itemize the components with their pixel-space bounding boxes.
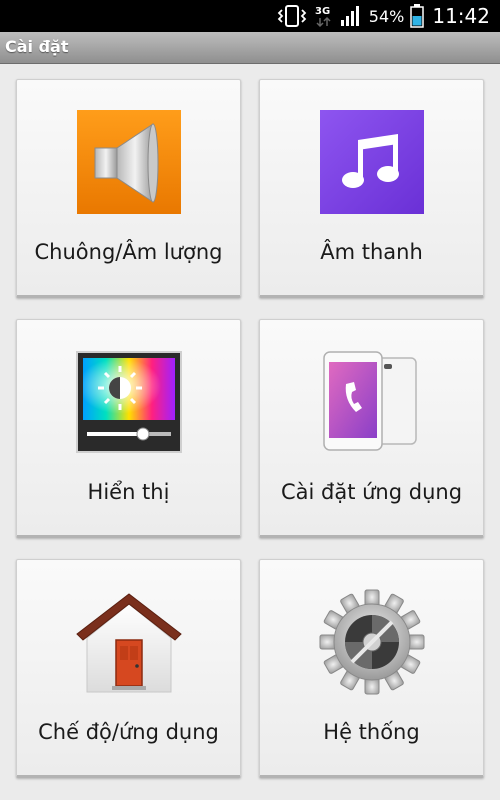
page-title: Cài đặt (5, 37, 69, 56)
status-bar: 3G 54% 11:42 (0, 0, 500, 32)
settings-grid: Chuông/Âm lượng Âm thanh Hiển thị Cài đặ… (0, 64, 500, 800)
music-note-icon (318, 108, 426, 216)
gear-icon (318, 588, 426, 696)
tile-label: Hiển thị (87, 480, 170, 504)
display-brightness-icon (75, 348, 183, 456)
network-3g-icon: 3G (315, 4, 333, 28)
tile-sound[interactable]: Âm thanh (259, 79, 484, 298)
tile-label: Chuông/Âm lượng (34, 240, 223, 264)
tile-label: Âm thanh (320, 240, 423, 264)
tile-ringtone-volume[interactable]: Chuông/Âm lượng (16, 79, 241, 298)
home-icon (75, 588, 183, 696)
signal-icon (340, 5, 361, 27)
tile-mode-apps[interactable]: Chế độ/ứng dụng (16, 559, 241, 778)
network-label: 3G (315, 6, 330, 17)
tile-label: Cài đặt ứng dụng (280, 480, 463, 504)
speaker-icon (75, 108, 183, 216)
battery-percent: 54% (368, 6, 405, 26)
tile-display[interactable]: Hiển thị (16, 319, 241, 538)
tile-label: Chế độ/ứng dụng (38, 720, 219, 744)
title-bar: Cài đặt (0, 32, 500, 64)
tile-app-settings[interactable]: Cài đặt ứng dụng (259, 319, 484, 538)
phone-apps-icon (318, 348, 426, 456)
tile-label: Hệ thống (323, 720, 420, 744)
tile-system[interactable]: Hệ thống (259, 559, 484, 778)
vibrate-icon (277, 5, 307, 27)
battery-icon (410, 4, 425, 28)
clock: 11:42 (432, 4, 490, 28)
